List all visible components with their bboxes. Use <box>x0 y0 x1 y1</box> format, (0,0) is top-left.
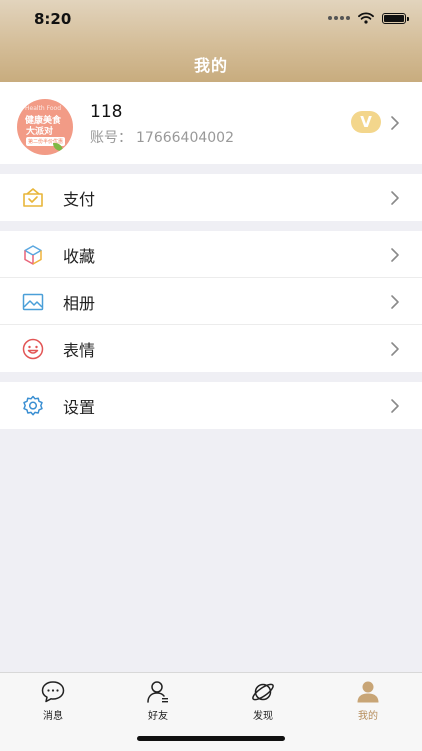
user-filled-icon <box>357 681 379 703</box>
avatar-subtext: Health Food <box>25 105 61 112</box>
tab-label-me: 我的 <box>358 711 378 722</box>
person-icon <box>147 681 168 703</box>
status-time: 8:20 <box>34 10 72 28</box>
collection-group: 收藏 相册 表情 <box>0 231 422 372</box>
chevron-right-icon <box>391 248 399 262</box>
chevron-right-icon <box>391 116 399 130</box>
tab-label-discover: 发现 <box>253 711 273 722</box>
tab-friends[interactable]: 好友 <box>128 679 188 722</box>
profile-account: 账号： 17666404002 <box>90 127 234 147</box>
menu-label-settings: 设置 <box>63 398 96 417</box>
menu-label-emoji: 表情 <box>63 341 96 360</box>
tab-me[interactable]: 我的 <box>338 679 398 722</box>
gear-icon <box>23 395 43 416</box>
chevron-right-icon <box>391 295 399 309</box>
menu-item-pay[interactable]: 支付 <box>0 174 422 221</box>
tab-discover[interactable]: 发现 <box>233 679 293 722</box>
menu-label-pay: 支付 <box>63 190 96 209</box>
wallet-icon <box>23 188 43 207</box>
battery-icon <box>382 12 409 24</box>
status-indicators <box>328 12 409 24</box>
page-title: 我的 <box>193 56 228 75</box>
settings-group: 设置 <box>0 382 422 429</box>
tab-label-friends: 好友 <box>148 711 168 722</box>
smile-icon <box>22 338 44 360</box>
vip-badge: V <box>351 111 381 133</box>
chevron-right-icon <box>391 342 399 356</box>
avatar-text-line2: 大派对 <box>26 127 54 137</box>
chevron-right-icon <box>391 399 399 413</box>
profile-card[interactable]: Health Food 健康美食 大派对 第二份半价优惠 118 账号： 1766… <box>0 82 422 164</box>
signal-icon <box>328 16 350 20</box>
tab-label-messages: 消息 <box>43 711 63 722</box>
menu-label-favorites: 收藏 <box>63 247 96 266</box>
home-indicator[interactable] <box>137 736 285 741</box>
menu-item-favorites[interactable]: 收藏 <box>0 231 422 278</box>
wifi-icon <box>358 12 374 24</box>
menu-item-album[interactable]: 相册 <box>0 278 422 325</box>
navigation-bar: 8:20 我的 <box>0 0 422 82</box>
account-label: 账号： <box>90 130 132 146</box>
chat-bubble-icon <box>41 681 65 703</box>
tab-messages[interactable]: 消息 <box>23 679 83 722</box>
profile-name: 118 <box>90 102 123 122</box>
pay-group: 支付 <box>0 174 422 221</box>
image-icon <box>22 293 44 311</box>
avatar[interactable]: Health Food 健康美食 大派对 第二份半价优惠 <box>17 99 73 155</box>
menu-item-settings[interactable]: 设置 <box>0 382 422 429</box>
menu-label-album: 相册 <box>63 294 96 313</box>
chevron-right-icon <box>391 191 399 205</box>
menu-item-emoji[interactable]: 表情 <box>0 325 422 372</box>
account-number: 17666404002 <box>136 130 234 146</box>
cube-icon <box>24 245 42 265</box>
planet-icon <box>252 683 274 701</box>
